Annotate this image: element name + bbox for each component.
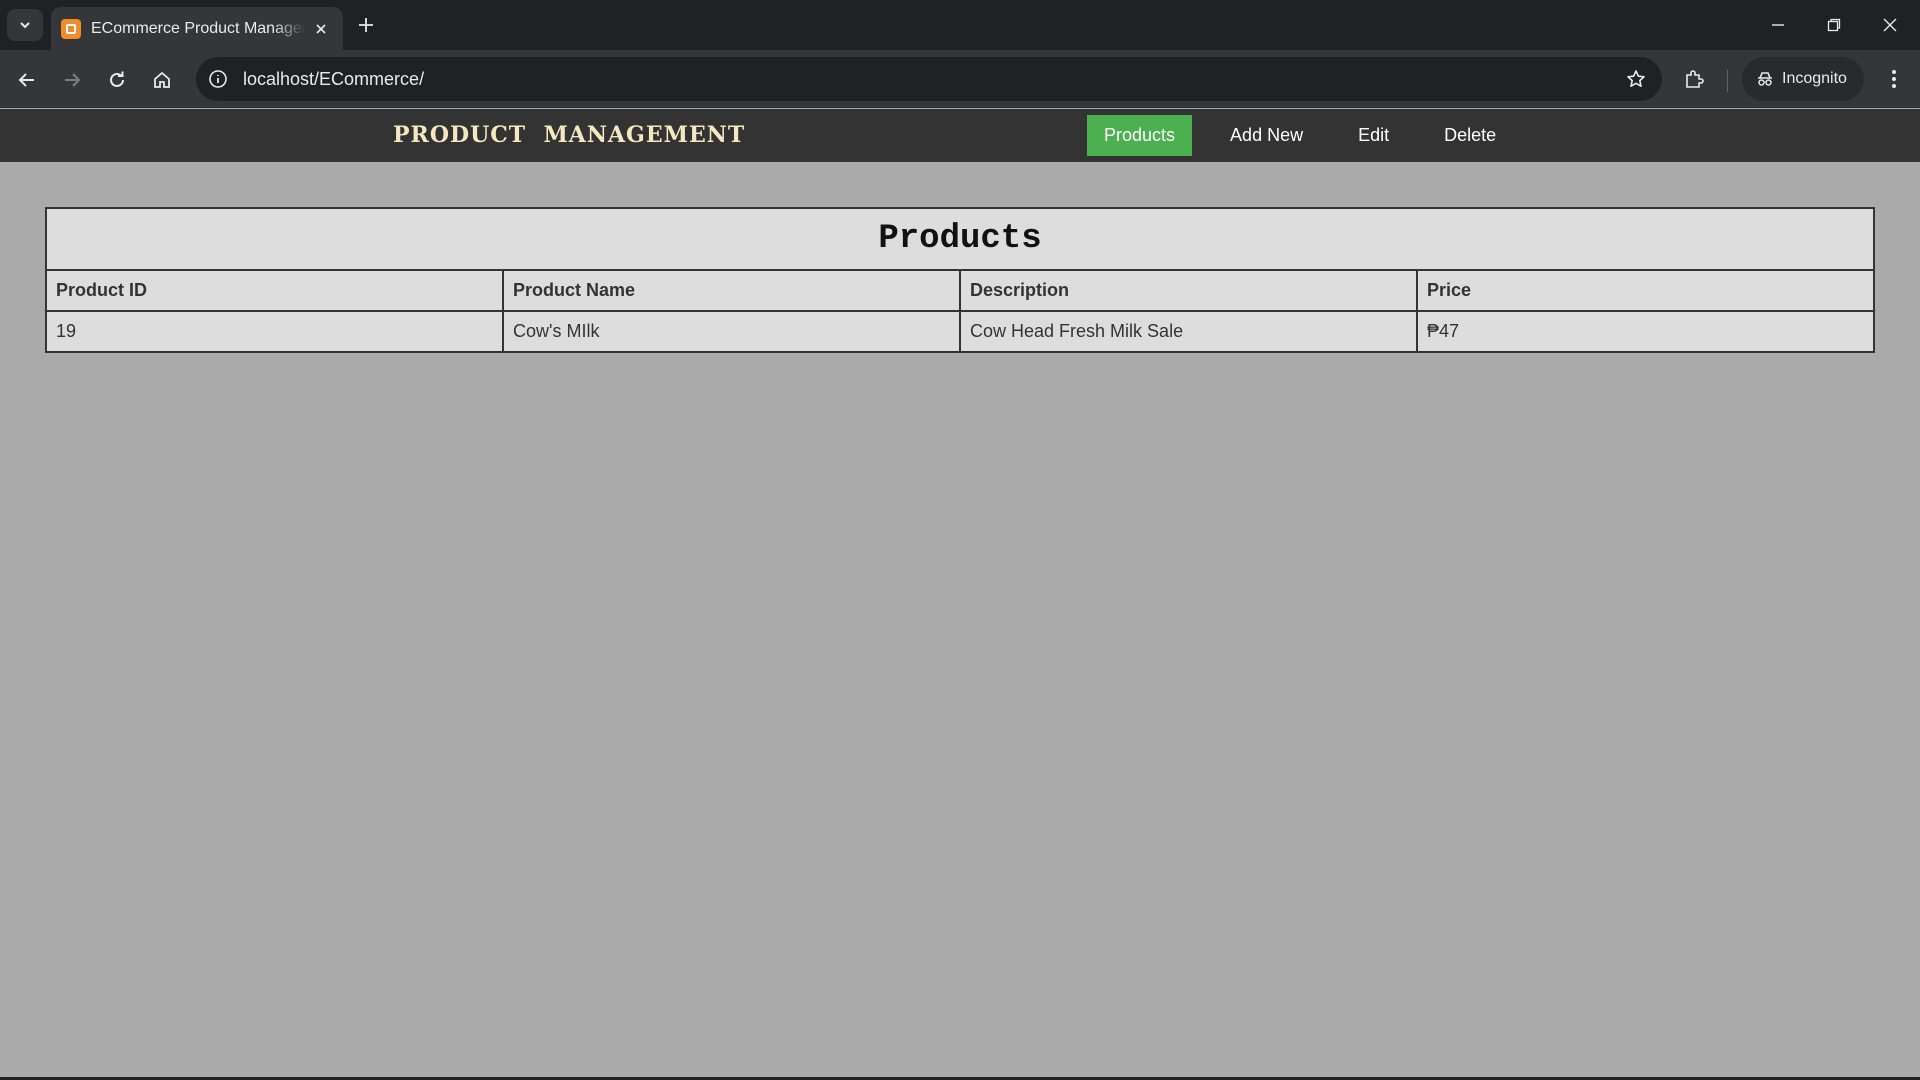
- tab-title: ECommerce Product Management: [91, 19, 305, 37]
- browser-tabstrip: ECommerce Product Management: [0, 0, 1920, 50]
- table-row: 19 Cow's MIlk Cow Head Fresh Milk Sale ₱47: [45, 310, 1875, 353]
- main-nav: Products Add New Edit Delete: [1087, 115, 1534, 156]
- extensions-button[interactable]: [1676, 61, 1712, 97]
- app-header: PRODUCT MANAGEMENT Products Add New Edit De…: [0, 109, 1920, 162]
- address-bar[interactable]: localhost/ECommerce/: [196, 57, 1662, 101]
- table-caption: Products: [45, 207, 1875, 269]
- table-header-row: Product ID Product Name Description Price: [45, 269, 1875, 312]
- back-button[interactable]: [9, 62, 45, 98]
- minimize-icon: [1772, 24, 1784, 26]
- close-window-button[interactable]: [1862, 0, 1918, 50]
- tab-close-button[interactable]: [311, 19, 331, 39]
- incognito-label: Incognito: [1782, 70, 1847, 87]
- chevron-down-icon: [20, 22, 30, 29]
- products-table-container: Products Product ID Product Name Descripti…: [45, 207, 1875, 353]
- table-body: 19 Cow's MIlk Cow Head Fresh Milk Sale ₱47: [45, 310, 1875, 353]
- site-info-icon[interactable]: [203, 64, 233, 94]
- column-header: Price: [1416, 269, 1875, 312]
- browser-toolbar: localhost/ECommerce/ Incognito: [0, 50, 1920, 108]
- table-cell: ₱47: [1416, 310, 1875, 353]
- xampp-favicon-icon: [61, 18, 81, 39]
- restore-button[interactable]: [1806, 0, 1862, 50]
- reload-icon: [110, 71, 124, 87]
- column-header: Product Name: [502, 269, 961, 312]
- forward-button[interactable]: [54, 62, 90, 98]
- incognito-icon: [1758, 72, 1772, 86]
- nav-delete[interactable]: Delete: [1427, 115, 1513, 156]
- restore-icon: [1827, 18, 1841, 32]
- nav-products[interactable]: Products: [1087, 115, 1193, 156]
- home-button[interactable]: [144, 62, 180, 98]
- tab-search-button[interactable]: [7, 9, 43, 41]
- close-icon: [316, 23, 326, 34]
- reload-button[interactable]: [99, 62, 135, 98]
- nav-add-new[interactable]: Add New: [1213, 115, 1320, 156]
- arrow-left-icon: [18, 73, 34, 87]
- close-icon: [1883, 18, 1897, 32]
- column-header: Product ID: [45, 269, 504, 312]
- new-tab-button[interactable]: [352, 11, 380, 39]
- column-header: Description: [959, 269, 1418, 312]
- puzzle-icon: [1686, 70, 1704, 88]
- table-cell: 19: [45, 310, 504, 353]
- products-table: Products Product ID Product Name Descripti…: [45, 207, 1875, 353]
- table-cell: Cow Head Fresh Milk Sale: [959, 310, 1418, 353]
- table-cell: Cow's MIlk: [502, 310, 961, 353]
- minimize-button[interactable]: [1750, 0, 1806, 50]
- toolbar-divider: [1727, 70, 1728, 92]
- incognito-badge[interactable]: Incognito: [1742, 57, 1864, 101]
- home-icon: [154, 71, 170, 88]
- brand-title: PRODUCT MANAGEMENT: [393, 122, 746, 148]
- kebab-menu-icon: [1892, 70, 1896, 88]
- plus-icon: [359, 18, 373, 32]
- nav-edit[interactable]: Edit: [1341, 115, 1406, 156]
- browser-menu-button[interactable]: [1876, 61, 1912, 97]
- bookmark-star-icon[interactable]: [1618, 61, 1654, 97]
- url-text[interactable]: localhost/ECommerce/: [243, 69, 1618, 90]
- browser-tab[interactable]: ECommerce Product Management: [51, 7, 343, 50]
- arrow-right-icon: [65, 73, 81, 87]
